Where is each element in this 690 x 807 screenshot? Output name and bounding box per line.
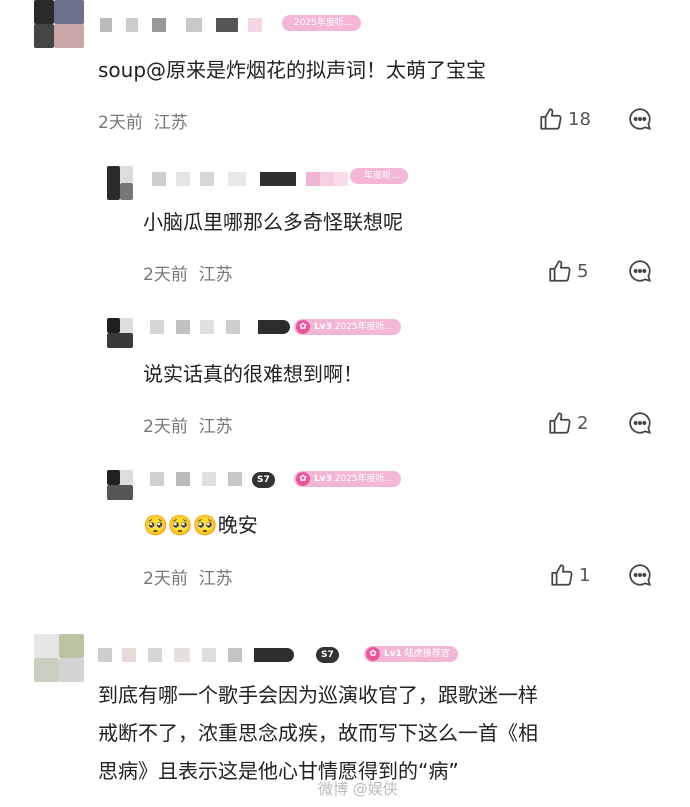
badge-label: 2025年度听... — [334, 322, 394, 332]
comment-location: 江苏 — [153, 113, 188, 133]
badge-label: 2025年度听... — [334, 474, 394, 484]
avatar[interactable] — [34, 634, 84, 682]
comment-location: 江苏 — [198, 569, 233, 589]
thumbs-up-icon — [551, 564, 573, 586]
comment-location: 江苏 — [198, 265, 233, 285]
avatar[interactable] — [107, 470, 133, 500]
comment-time: 2天前 — [143, 265, 188, 285]
badge-star-icon: ✿ — [366, 647, 380, 661]
level-tag-label: S7 — [321, 650, 334, 660]
comment-meta: 2天前 江苏 — [143, 564, 233, 589]
badge-level: Lv1 — [384, 649, 402, 659]
comment-meta: 2天前 江苏 — [143, 260, 233, 285]
avatar[interactable] — [34, 0, 84, 48]
like-button[interactable]: 1 — [549, 562, 590, 588]
level-tag: S7 — [316, 647, 339, 663]
username-blurred[interactable] — [98, 648, 294, 662]
comment-bubble-icon[interactable] — [627, 562, 653, 588]
badge-label: 陆虎推荐官 — [404, 649, 450, 659]
user-badge: 2025年度听... — [282, 15, 361, 31]
avatar[interactable] — [107, 318, 133, 348]
like-count: 5 — [577, 260, 589, 282]
comment-text: soup@原来是炸烟花的拟声词！太萌了宝宝 — [98, 58, 487, 82]
badge-label: 2025年度听... — [294, 18, 353, 28]
comment-text: 到底有哪一个歌手会因为巡演收官了，跟歌迷一样 戒断不了，浓重思念成疾，故而写下这… — [98, 676, 678, 790]
username-blurred[interactable] — [152, 172, 348, 186]
comment-text-line: 到底有哪一个歌手会因为巡演收官了，跟歌迷一样 — [98, 683, 538, 707]
comment-time: 2天前 — [143, 417, 188, 437]
comment-time: 2天前 — [143, 569, 188, 589]
comment-meta: 2天前 江苏 — [143, 412, 233, 437]
comment-bubble-icon[interactable] — [627, 258, 653, 284]
thumbs-up-icon — [549, 412, 571, 434]
badge-star-icon: ✿ — [296, 472, 310, 486]
badge-level: Lv3 — [314, 322, 332, 332]
comment-text: 小脑瓜里哪那么多奇怪联想呢 — [143, 210, 403, 234]
watermark: 微博 @娱侠 — [318, 780, 398, 798]
comment-bubble-icon[interactable] — [627, 410, 653, 436]
like-count: 1 — [579, 564, 591, 586]
username-blurred[interactable] — [100, 18, 262, 32]
avatar[interactable] — [107, 166, 133, 200]
user-badge: 年度听... — [350, 168, 408, 184]
level-tag: S7 — [252, 472, 275, 488]
like-button[interactable]: 18 — [538, 106, 591, 132]
badge-level: Lv3 — [314, 474, 332, 484]
comment-bubble-icon[interactable] — [627, 106, 653, 132]
like-button[interactable]: 5 — [547, 258, 588, 284]
level-tag-label: S7 — [257, 475, 270, 485]
comment-location: 江苏 — [198, 417, 233, 437]
user-badge: ✿ Lv1 陆虎推荐官 — [364, 646, 458, 662]
thumbs-up-icon — [540, 108, 562, 130]
user-badge: ✿ Lv3 2025年度听... — [294, 319, 402, 335]
comment-time: 2天前 — [98, 113, 143, 133]
comment-text: 说实话真的很难想到啊！ — [143, 362, 363, 386]
username-blurred[interactable] — [150, 320, 290, 334]
comment-meta: 2天前 江苏 — [98, 108, 188, 133]
comment-text-line: 戒断不了，浓重思念成疾，故而写下这么一首《相 — [98, 721, 538, 745]
like-count: 2 — [577, 412, 589, 434]
thumbs-up-icon — [549, 260, 571, 282]
user-badge: ✿ Lv3 2025年度听... — [294, 471, 402, 487]
badge-label: 年度听... — [364, 171, 400, 181]
like-count: 18 — [568, 108, 591, 130]
badge-star-icon: ✿ — [296, 320, 310, 334]
username-blurred[interactable] — [150, 472, 242, 486]
like-button[interactable]: 2 — [547, 410, 588, 436]
comment-text: 🥺🥺🥺晚安 — [143, 513, 258, 537]
